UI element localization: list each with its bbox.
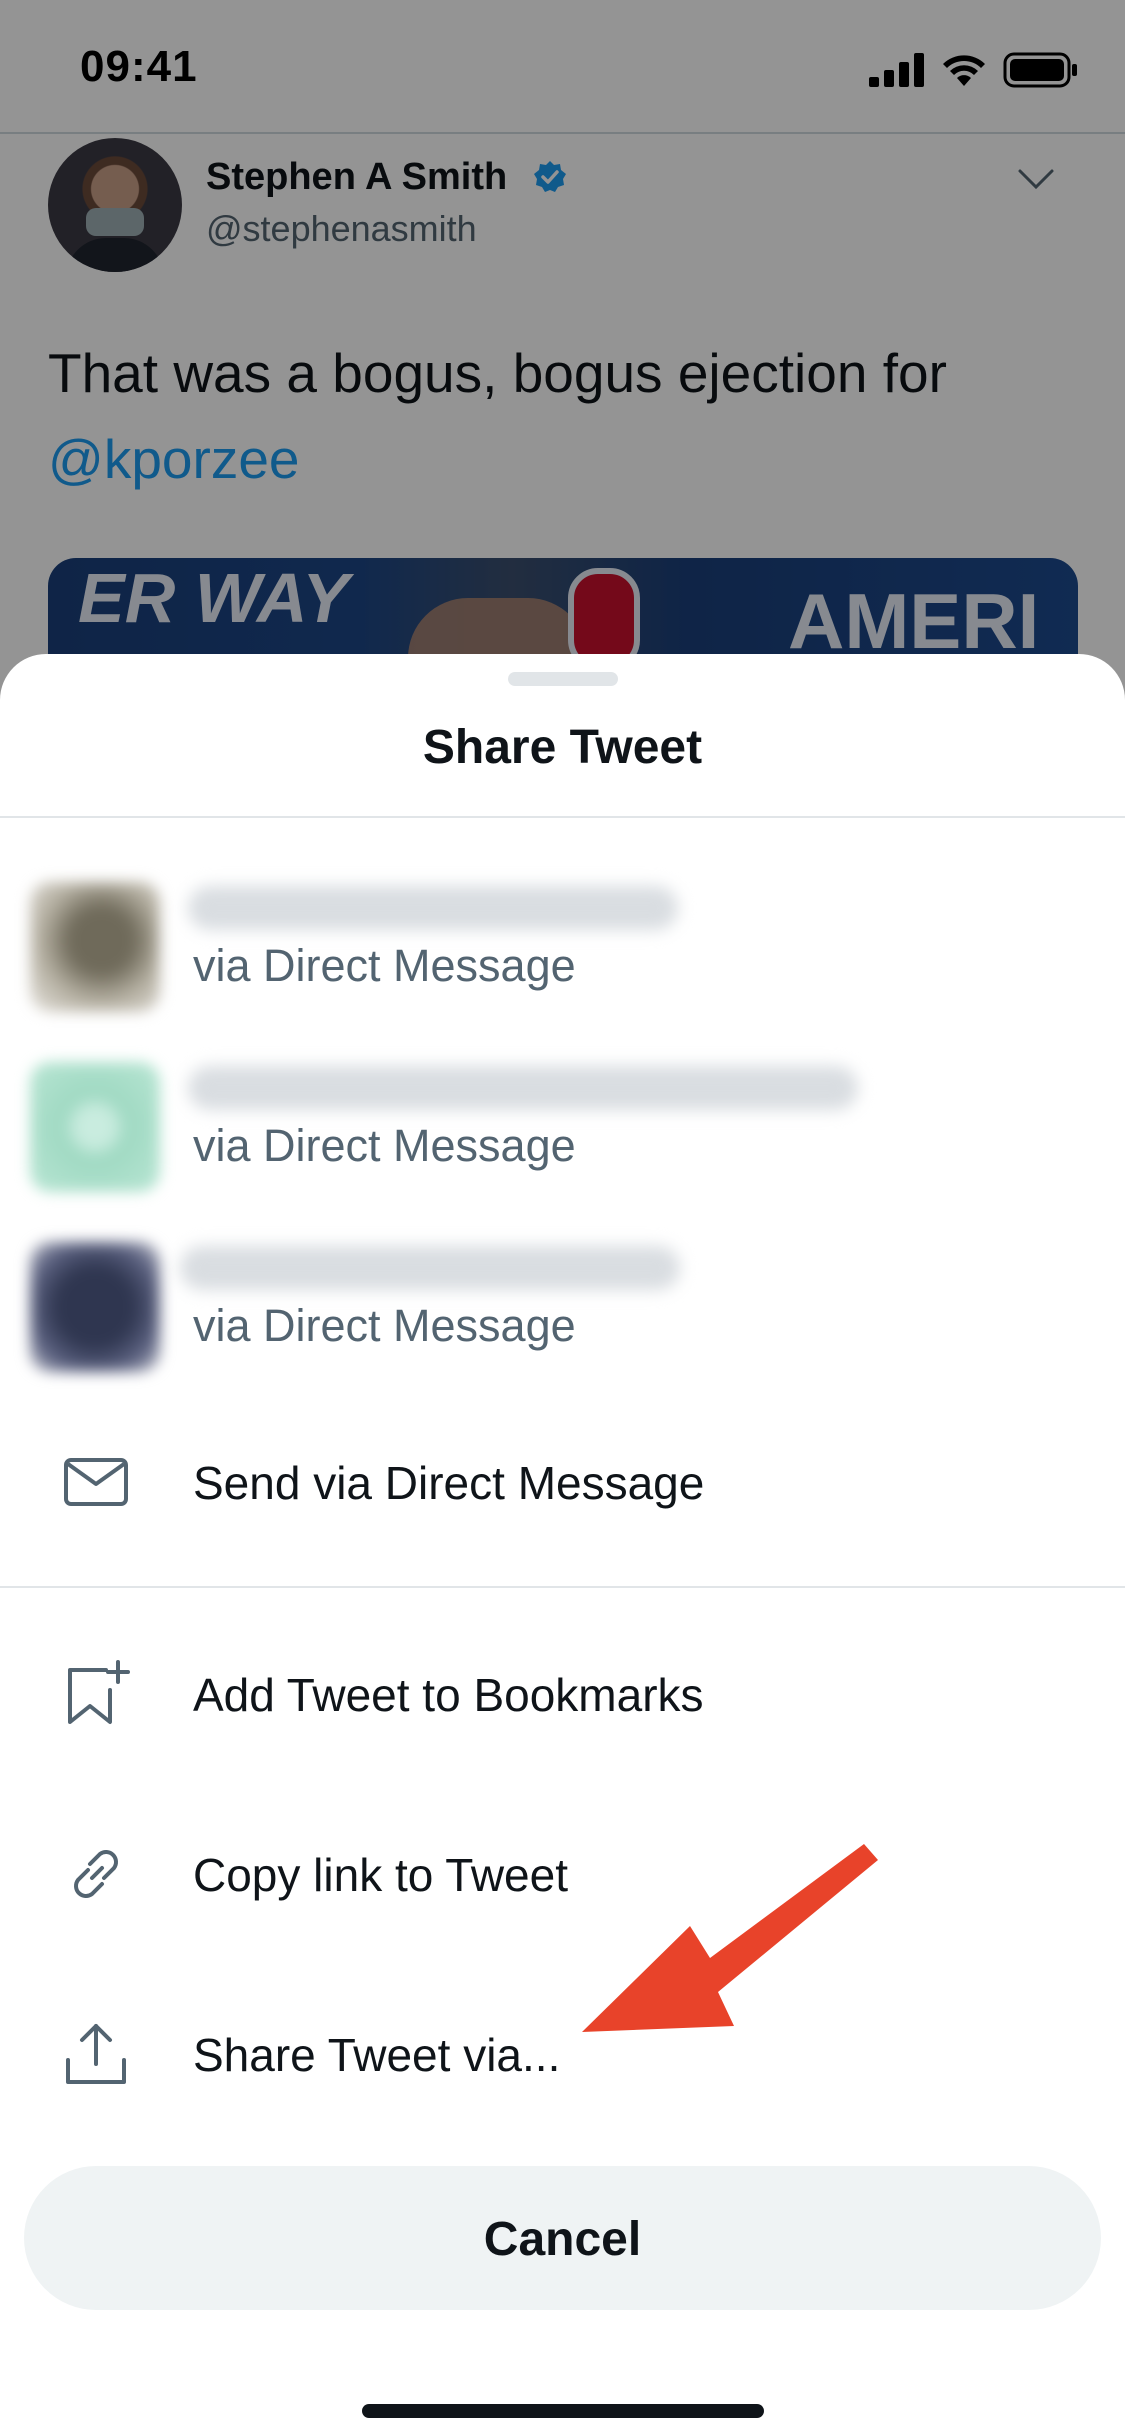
send-dm-action[interactable]: Send via Direct Message [0,1422,1125,1542]
share-upload-icon [66,2024,126,2084]
bookmark-add-icon [68,1660,130,1724]
cancel-label: Cancel [483,2213,642,2266]
share-sheet: Share Tweet via Direct Message via Direc… [0,654,1125,2436]
home-indicator [362,2404,764,2418]
dm-subtitle: via Direct Message [193,1120,576,1171]
dm-name-redacted [180,1246,680,1290]
dm-subtitle: via Direct Message [193,940,576,991]
send-dm-label: Send via Direct Message [193,1457,705,1509]
bookmark-action[interactable]: Add Tweet to Bookmarks [0,1634,1125,1754]
dm-avatar [30,1242,160,1372]
sheet-title-divider [0,816,1125,818]
dm-suggestion-3[interactable]: via Direct Message [0,1236,1125,1376]
sheet-grabber[interactable] [508,672,618,686]
dm-avatar [30,882,160,1012]
cancel-button[interactable]: Cancel [24,2166,1101,2310]
red-arrow-icon [582,1844,878,2032]
actions-divider [0,1586,1125,1588]
dm-suggestion-1[interactable]: via Direct Message [0,876,1125,1016]
envelope-icon [64,1458,128,1506]
bookmark-label: Add Tweet to Bookmarks [193,1669,704,1721]
dm-subtitle: via Direct Message [193,1300,576,1351]
dm-name-redacted [188,1066,858,1110]
dm-suggestion-2[interactable]: via Direct Message [0,1056,1125,1196]
sheet-title: Share Tweet [422,721,703,774]
copy-link-label: Copy link to Tweet [193,1849,569,1901]
link-icon [74,1850,118,1898]
share-via-label: Share Tweet via... [193,2029,561,2081]
dm-name-redacted [188,886,678,930]
dm-avatar [30,1062,160,1192]
